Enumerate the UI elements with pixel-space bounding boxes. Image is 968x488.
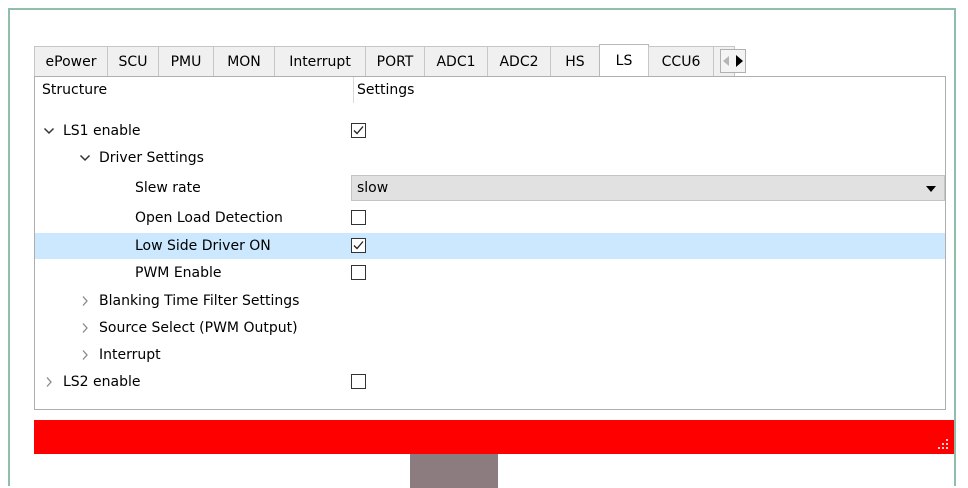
splitter-handle[interactable] <box>410 454 498 488</box>
ls1-enable-checkbox[interactable] <box>351 123 366 138</box>
tree-row-label: Source Select (PWM Output) <box>99 320 298 336</box>
tree-row-blanking-time-filter-settings[interactable]: Blanking Time Filter Settings <box>35 288 945 314</box>
tree-row-label: LS1 enable <box>63 123 141 139</box>
chevron-right-icon[interactable] <box>78 342 92 368</box>
ls2-enable-checkbox[interactable] <box>351 374 366 389</box>
tree-row-label: Open Load Detection <box>135 210 283 226</box>
status-bar <box>34 420 954 454</box>
tree-row-label: LS2 enable <box>63 374 141 390</box>
tab-interrupt[interactable]: Interrupt <box>274 46 366 76</box>
tree-row-label: PWM Enable <box>135 265 222 281</box>
chevron-down-icon[interactable] <box>78 145 92 171</box>
dropdown-arrow-icon[interactable] <box>926 186 936 192</box>
chevron-down-icon[interactable] <box>42 118 56 144</box>
scroll-left-icon[interactable] <box>723 56 729 66</box>
tree-row-source-select[interactable]: Source Select (PWM Output) <box>35 315 945 341</box>
tree-row-label: Driver Settings <box>99 150 204 166</box>
tree-row-label: Interrupt <box>99 347 161 363</box>
tab-ccu6[interactable]: CCU6 <box>648 46 714 76</box>
tab-mon[interactable]: MON <box>213 46 275 76</box>
tab-epower[interactable]: ePower <box>34 46 108 76</box>
tree-header: Structure Settings <box>35 77 945 103</box>
slew-rate-select[interactable]: slow <box>351 175 945 201</box>
resize-grip-icon[interactable] <box>938 439 948 449</box>
tree-row-driver-settings[interactable]: Driver Settings <box>35 145 945 171</box>
tab-port[interactable]: PORT <box>365 46 425 76</box>
column-divider[interactable] <box>353 77 354 103</box>
tab-pmu[interactable]: PMU <box>158 46 214 76</box>
tab-adc1[interactable]: ADC1 <box>424 46 488 76</box>
column-header-structure[interactable]: Structure <box>42 77 107 103</box>
column-header-settings[interactable]: Settings <box>357 77 414 103</box>
tree-row-label: Blanking Time Filter Settings <box>99 293 300 309</box>
tree-row-pwm-enable[interactable]: PWM Enable <box>35 260 945 286</box>
tree-row-open-load-detection[interactable]: Open Load Detection <box>35 205 945 231</box>
chevron-right-icon[interactable] <box>78 288 92 314</box>
tab-ls[interactable]: LS <box>599 44 649 77</box>
tab-scu[interactable]: SCU <box>107 46 159 76</box>
tree-row-slew-rate[interactable]: Slew rate slow <box>35 175 945 201</box>
tab-adc2[interactable]: ADC2 <box>487 46 551 76</box>
tab-hs[interactable]: HS <box>550 46 600 76</box>
settings-tree: Structure Settings LS1 enable Driver Set… <box>34 76 946 410</box>
scroll-right-icon[interactable] <box>736 55 743 67</box>
tab-scroll-buttons[interactable] <box>720 49 746 73</box>
chevron-right-icon[interactable] <box>78 315 92 341</box>
tab-bar: ePower SCU PMU MON Interrupt PORT ADC1 A… <box>34 44 946 77</box>
pwm-enable-checkbox[interactable] <box>351 265 366 280</box>
tree-row-interrupt[interactable]: Interrupt <box>35 342 945 368</box>
chevron-right-icon[interactable] <box>42 369 56 395</box>
slew-rate-value: slow <box>357 180 389 196</box>
low-side-driver-on-checkbox[interactable] <box>351 238 366 253</box>
tree-row-label: Slew rate <box>135 180 201 196</box>
open-load-detection-checkbox[interactable] <box>351 210 366 225</box>
tree-row-low-side-driver-on[interactable]: Low Side Driver ON <box>35 233 945 259</box>
tree-row-label: Low Side Driver ON <box>135 238 271 254</box>
tree-row-ls2-enable[interactable]: LS2 enable <box>35 369 945 395</box>
tree-row-ls1-enable[interactable]: LS1 enable <box>35 118 945 144</box>
